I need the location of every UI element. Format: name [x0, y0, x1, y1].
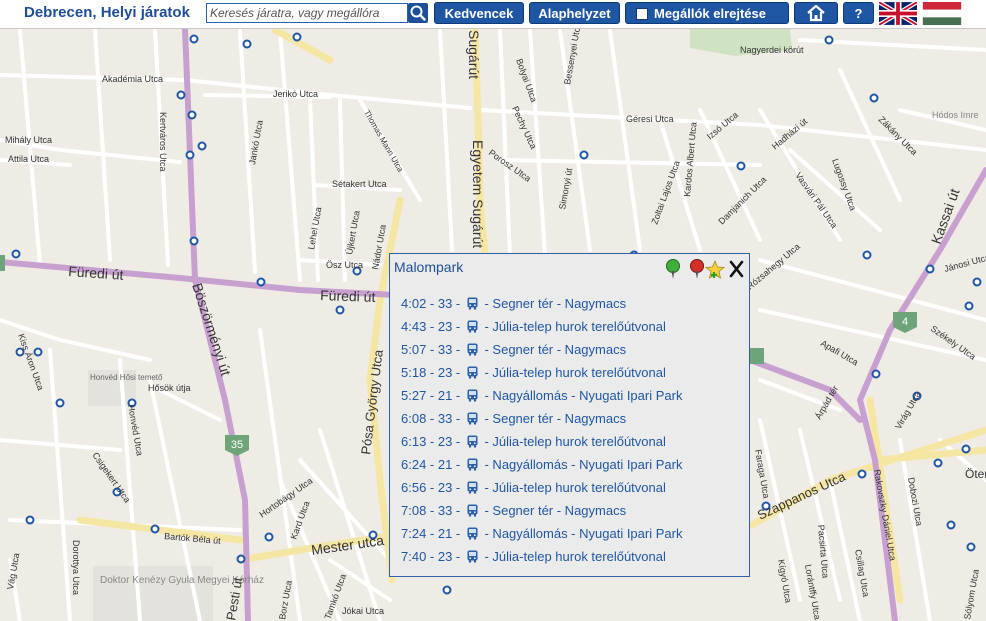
hide-stops-checkbox[interactable]: [636, 8, 648, 20]
bus-icon: [464, 480, 481, 495]
departure-destination: - Júlia-telep hurok terelőútvonal: [480, 480, 666, 495]
bus-icon: [464, 526, 481, 541]
departure-time-route: 6:56 - 23 -: [401, 480, 464, 495]
bus-icon: [464, 549, 481, 564]
bus-icon: [464, 365, 481, 380]
house-icon: [807, 4, 825, 22]
stop-name: Malompark: [394, 259, 464, 275]
departure-row[interactable]: 5:27 - 21 - - Nagyállomás - Nyugati Ipar…: [401, 388, 682, 403]
search-box[interactable]: [206, 3, 408, 23]
bus-icon: [464, 296, 481, 311]
street-label: Füredi út: [320, 287, 376, 305]
street-label: Mihály Utca: [5, 135, 52, 145]
close-icon[interactable]: [729, 260, 744, 278]
stop-departures-popup: Malompark 4:02 - 33 - - Segner tér - Nag…: [389, 253, 750, 577]
home-button[interactable]: [794, 2, 838, 24]
departure-destination: - Júlia-telep hurok terelőútvonal: [480, 365, 666, 380]
departure-destination: - Segner tér - Nagymacs: [480, 342, 627, 357]
departure-row[interactable]: 7:24 - 21 - - Nagyállomás - Nyugati Ipar…: [401, 526, 682, 541]
street-label: Attila Utca: [8, 154, 49, 164]
departure-destination: - Júlia-telep hurok terelőútvonal: [480, 434, 666, 449]
departure-destination: - Nagyállomás - Nyugati Ipari Park: [480, 457, 683, 472]
street-label: Dorottya Utca: [71, 540, 81, 595]
add-favorite-icon[interactable]: [704, 259, 726, 279]
bus-icon: [464, 342, 481, 357]
departure-time-route: 4:43 - 23 -: [401, 319, 464, 334]
english-flag-icon[interactable]: [879, 2, 917, 25]
departure-row[interactable]: 4:02 - 33 - - Segner tér - Nagymacs: [401, 296, 626, 311]
route-badge-35: 35: [231, 439, 243, 451]
street-label: Hősök útja: [148, 383, 191, 393]
bus-icon: [464, 411, 481, 426]
departure-row[interactable]: 6:24 - 21 - - Nagyállomás - Nyugati Ipar…: [401, 457, 682, 472]
departure-row[interactable]: 6:13 - 23 - - Júlia-telep hurok terelőút…: [401, 434, 666, 449]
street-label: Nagyerdei körút: [740, 45, 804, 55]
bus-icon: [464, 319, 481, 334]
street-label: Sétakert Utca: [332, 179, 387, 189]
street-label: Hódos Imre: [932, 110, 979, 120]
bus-icon: [464, 434, 481, 449]
street-label: Jókai Utca: [342, 606, 384, 616]
departure-time-route: 5:18 - 23 -: [401, 365, 464, 380]
street-label: Kertváros Utca: [158, 112, 168, 172]
departure-destination: - Júlia-telep hurok terelőútvonal: [480, 549, 666, 564]
street-label: Sugárút: [466, 30, 482, 79]
street-label: Egyetem Sugárút: [470, 140, 486, 248]
bus-icon: [464, 503, 481, 518]
reset-view-button[interactable]: Alaphelyzet: [529, 2, 620, 24]
top-bar: Debrecen, Helyi járatok Kedvencek Alaphe…: [0, 0, 986, 29]
hide-stops-label: Megállók elrejtése: [654, 6, 766, 21]
hungarian-flag-icon[interactable]: [922, 2, 962, 25]
hide-stops-toggle[interactable]: Megállók elrejtése: [625, 2, 789, 24]
departure-destination: - Segner tér - Nagymacs: [480, 411, 627, 426]
bus-icon: [464, 388, 481, 403]
departure-time-route: 7:24 - 21 -: [401, 526, 464, 541]
departure-time-route: 4:02 - 33 -: [401, 296, 464, 311]
departure-time-route: 6:13 - 23 -: [401, 434, 464, 449]
route-badge-4: 4: [902, 316, 908, 328]
departure-destination: - Segner tér - Nagymacs: [480, 296, 627, 311]
departure-time-route: 5:07 - 33 -: [401, 342, 464, 357]
cemetery-label: Honvéd Hősi temető: [90, 373, 163, 382]
departure-row[interactable]: 5:18 - 23 - - Júlia-telep hurok terelőút…: [401, 365, 666, 380]
departure-time-route: 6:24 - 21 -: [401, 457, 464, 472]
street-label: Akadémia Utca: [102, 74, 163, 84]
bus-icon: [464, 457, 481, 472]
departure-row[interactable]: 5:07 - 33 - - Segner tér - Nagymacs: [401, 342, 626, 357]
search-button[interactable]: [408, 3, 428, 23]
departure-row[interactable]: 6:08 - 33 - - Segner tér - Nagymacs: [401, 411, 626, 426]
search-input[interactable]: [207, 4, 407, 22]
search-icon: [410, 5, 426, 21]
favorites-button[interactable]: Kedvencek: [434, 2, 524, 24]
departure-destination: - Nagyállomás - Nyugati Ipari Park: [480, 388, 683, 403]
departure-row[interactable]: 7:40 - 23 - - Júlia-telep hurok terelőút…: [401, 549, 666, 564]
street-label: Géresi Utca: [626, 114, 674, 124]
departure-destination: - Nagyállomás - Nyugati Ipari Park: [480, 526, 683, 541]
green-pin-icon[interactable]: [666, 259, 680, 280]
street-label: Jerikó Utca: [273, 89, 318, 99]
departure-time-route: 7:40 - 23 -: [401, 549, 464, 564]
departure-destination: - Segner tér - Nagymacs: [480, 503, 627, 518]
departure-destination: - Júlia-telep hurok terelőútvonal: [480, 319, 666, 334]
street-label: Ösz Utca: [326, 260, 363, 270]
popup-icon-bar: [666, 259, 744, 280]
help-button[interactable]: ?: [843, 2, 874, 24]
departure-row[interactable]: 4:43 - 23 - - Júlia-telep hurok terelőút…: [401, 319, 666, 334]
departure-time-route: 6:08 - 33 -: [401, 411, 464, 426]
departure-row[interactable]: 6:56 - 23 - - Júlia-telep hurok terelőút…: [401, 480, 666, 495]
street-label: Ötemető Utca: [965, 467, 986, 481]
app-title: Debrecen, Helyi járatok: [24, 4, 190, 21]
departure-time-route: 7:08 - 33 -: [401, 503, 464, 518]
red-pin-icon[interactable]: [690, 259, 704, 280]
departure-time-route: 5:27 - 21 -: [401, 388, 464, 403]
departure-row[interactable]: 7:08 - 33 - - Segner tér - Nagymacs: [401, 503, 626, 518]
